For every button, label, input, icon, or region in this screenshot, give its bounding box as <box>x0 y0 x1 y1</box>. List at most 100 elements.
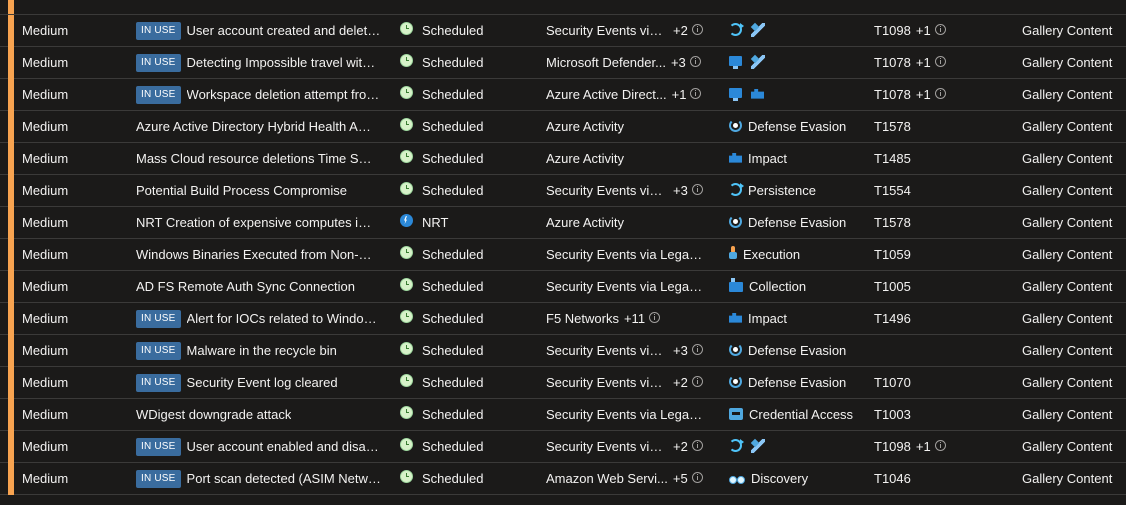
table-row[interactable]: Medium IN USE Malware in the recycle bin Sc… <box>0 335 1126 367</box>
rule-name[interactable]: Mass Cloud resource deletions Time Serie… <box>136 143 376 174</box>
table-row[interactable]: Medium Azure Active Directory Hybrid Heal… <box>0 111 1126 143</box>
rule-name-cell[interactable]: AD FS Remote Auth Sync Connection <box>136 271 382 302</box>
table-row[interactable]: Medium NRT Creation of expensive computes… <box>0 207 1126 239</box>
technique-more[interactable]: +1 <box>916 79 931 110</box>
table-row[interactable]: Medium IN USE Alert for IOCs related to Wi… <box>0 303 1126 335</box>
info-icon[interactable] <box>649 312 661 324</box>
rule-name[interactable]: User account created and deleted by the … <box>187 15 382 46</box>
data-source-name: Security Events via Legacy Agent <box>546 247 704 262</box>
table-row[interactable]: Medium AD FS Remote Auth Sync Connection S… <box>0 271 1126 303</box>
rule-name[interactable]: Port scan detected (ASIM Network Session… <box>187 463 382 494</box>
rule-type-cell: Scheduled <box>398 399 538 430</box>
scheduled-icon <box>400 86 413 100</box>
rule-type-label: Scheduled <box>422 183 484 198</box>
rule-name-cell[interactable]: IN USE Security Event log cleared <box>136 367 382 398</box>
rule-name-cell[interactable]: WDigest downgrade attack <box>136 399 382 430</box>
rule-name[interactable]: NRT Creation of expensive computes in Az… <box>136 207 376 238</box>
data-source-name: Azure Active Direct... <box>546 87 667 102</box>
severity-stripe <box>8 15 14 47</box>
rule-name-cell[interactable]: IN USE Malware in the recycle bin <box>136 335 382 366</box>
technique-more[interactable]: +1 <box>916 47 931 78</box>
info-icon[interactable] <box>691 24 703 36</box>
info-icon[interactable] <box>934 88 946 100</box>
info-icon[interactable] <box>690 88 702 100</box>
data-source-more[interactable]: +3 <box>673 335 688 366</box>
impact-icon <box>729 312 742 323</box>
table-row[interactable]: Medium Potential Build Process Compromise… <box>0 175 1126 207</box>
source-name-cell: Gallery Content <box>1022 279 1113 294</box>
technique-more[interactable]: +1 <box>916 431 931 462</box>
data-source-name: Azure Activity <box>546 119 625 134</box>
rule-name-cell[interactable]: IN USE Alert for IOCs related to Windows … <box>136 303 382 334</box>
data-source-more[interactable]: +1 <box>672 79 687 110</box>
rule-name-cell[interactable]: IN USE User account created and deleted b… <box>136 15 382 46</box>
rule-name[interactable]: Azure Active Directory Hybrid Health AD … <box>136 111 376 142</box>
rule-name[interactable]: Malware in the recycle bin <box>187 335 337 366</box>
rule-name-cell[interactable]: Potential Build Process Compromise <box>136 175 382 206</box>
rule-name-cell[interactable]: IN USE Detecting Impossible travel with m… <box>136 47 382 78</box>
data-source-more[interactable]: +2 <box>673 15 688 46</box>
table-row[interactable]: Medium IN USE User account created and del… <box>0 15 1126 47</box>
rule-type-label: Scheduled <box>422 343 484 358</box>
data-sources-cell: Amazon Web Servi... +5 <box>546 463 722 494</box>
table-row[interactable]: Medium IN USE Workspace deletion attempt f… <box>0 79 1126 111</box>
nrt-icon <box>400 214 413 228</box>
techniques-cell: T1059 <box>874 239 1014 270</box>
info-icon[interactable] <box>689 56 701 68</box>
rule-name[interactable]: Detecting Impossible travel with mailbox… <box>187 47 382 78</box>
scheduled-icon <box>400 118 413 132</box>
rule-name-cell[interactable]: IN USE User account enabled and disabled … <box>136 431 382 462</box>
in-use-badge: IN USE <box>136 469 181 488</box>
info-icon[interactable] <box>691 184 703 196</box>
rule-name[interactable]: Potential Build Process Compromise <box>136 175 347 206</box>
technique-id: T1098 <box>874 23 911 38</box>
rule-name[interactable]: Windows Binaries Executed from Non-Defau… <box>136 239 376 270</box>
rule-name[interactable]: Alert for IOCs related to Windows Event … <box>187 303 382 334</box>
table-row[interactable]: Medium IN USE Security Event log cleared Sc… <box>0 367 1126 399</box>
info-icon[interactable] <box>934 24 946 36</box>
partial-row-top[interactable] <box>0 0 1126 15</box>
data-source-more[interactable]: +2 <box>673 431 688 462</box>
defense-evasion-icon <box>729 119 742 133</box>
data-source-name: Security Events via Legacy Agent <box>546 279 704 294</box>
data-source-more[interactable]: +3 <box>673 175 688 206</box>
rule-name[interactable]: WDigest downgrade attack <box>136 399 291 430</box>
data-source-more[interactable]: +2 <box>673 367 688 398</box>
info-icon[interactable] <box>691 344 703 356</box>
info-icon[interactable] <box>691 472 703 484</box>
rule-name[interactable]: AD FS Remote Auth Sync Connection <box>136 271 355 302</box>
info-icon[interactable] <box>691 376 703 388</box>
info-icon[interactable] <box>934 440 946 452</box>
data-sources-cell: Azure Activity <box>546 143 722 174</box>
technique-id: T1078 <box>874 55 911 70</box>
technique-more[interactable]: +1 <box>916 15 931 46</box>
rule-name-cell[interactable]: IN USE Workspace deletion attempt from an… <box>136 79 382 110</box>
data-sources-cell: Security Events via Legacy Agent <box>546 399 722 430</box>
table-row[interactable]: Medium WDigest downgrade attack Scheduled S… <box>0 399 1126 431</box>
rule-name-cell[interactable]: Windows Binaries Executed from Non-Defau… <box>136 239 382 270</box>
info-icon[interactable] <box>691 440 703 452</box>
rule-name[interactable]: Security Event log cleared <box>187 367 338 398</box>
rule-name-cell[interactable]: Azure Active Directory Hybrid Health AD … <box>136 111 382 142</box>
table-row[interactable]: Medium Windows Binaries Executed from Non… <box>0 239 1126 271</box>
privilege-escalation-icon <box>751 438 765 453</box>
table-row[interactable]: Medium IN USE User account enabled and dis… <box>0 431 1126 463</box>
data-source-more[interactable]: +3 <box>671 47 686 78</box>
rule-name[interactable]: User account enabled and disabled within… <box>187 431 382 462</box>
source-name-cell: Gallery Content <box>1022 119 1113 134</box>
table-row[interactable]: Medium IN USE Detecting Impossible travel … <box>0 47 1126 79</box>
tactic-label: Discovery <box>751 471 809 486</box>
data-source-more[interactable]: +11 <box>624 303 645 334</box>
source-name-cell: Gallery Content <box>1022 23 1113 38</box>
rule-name-cell[interactable]: IN USE Port scan detected (ASIM Network S… <box>136 463 382 494</box>
rule-name-cell[interactable]: Mass Cloud resource deletions Time Serie… <box>136 143 382 174</box>
info-icon[interactable] <box>934 56 946 68</box>
severity-stripe <box>8 239 14 271</box>
data-source-more[interactable]: +5 <box>673 463 688 494</box>
table-row[interactable]: Medium IN USE Port scan detected (ASIM Net… <box>0 463 1126 495</box>
rule-name-cell[interactable]: NRT Creation of expensive computes in Az… <box>136 207 382 238</box>
source-name-cell: Gallery Content <box>1022 183 1113 198</box>
table-row[interactable]: Medium Mass Cloud resource deletions Time… <box>0 143 1126 175</box>
rule-name[interactable]: Workspace deletion attempt from an infec… <box>187 79 382 110</box>
tactics-cell: Impact <box>728 303 868 334</box>
